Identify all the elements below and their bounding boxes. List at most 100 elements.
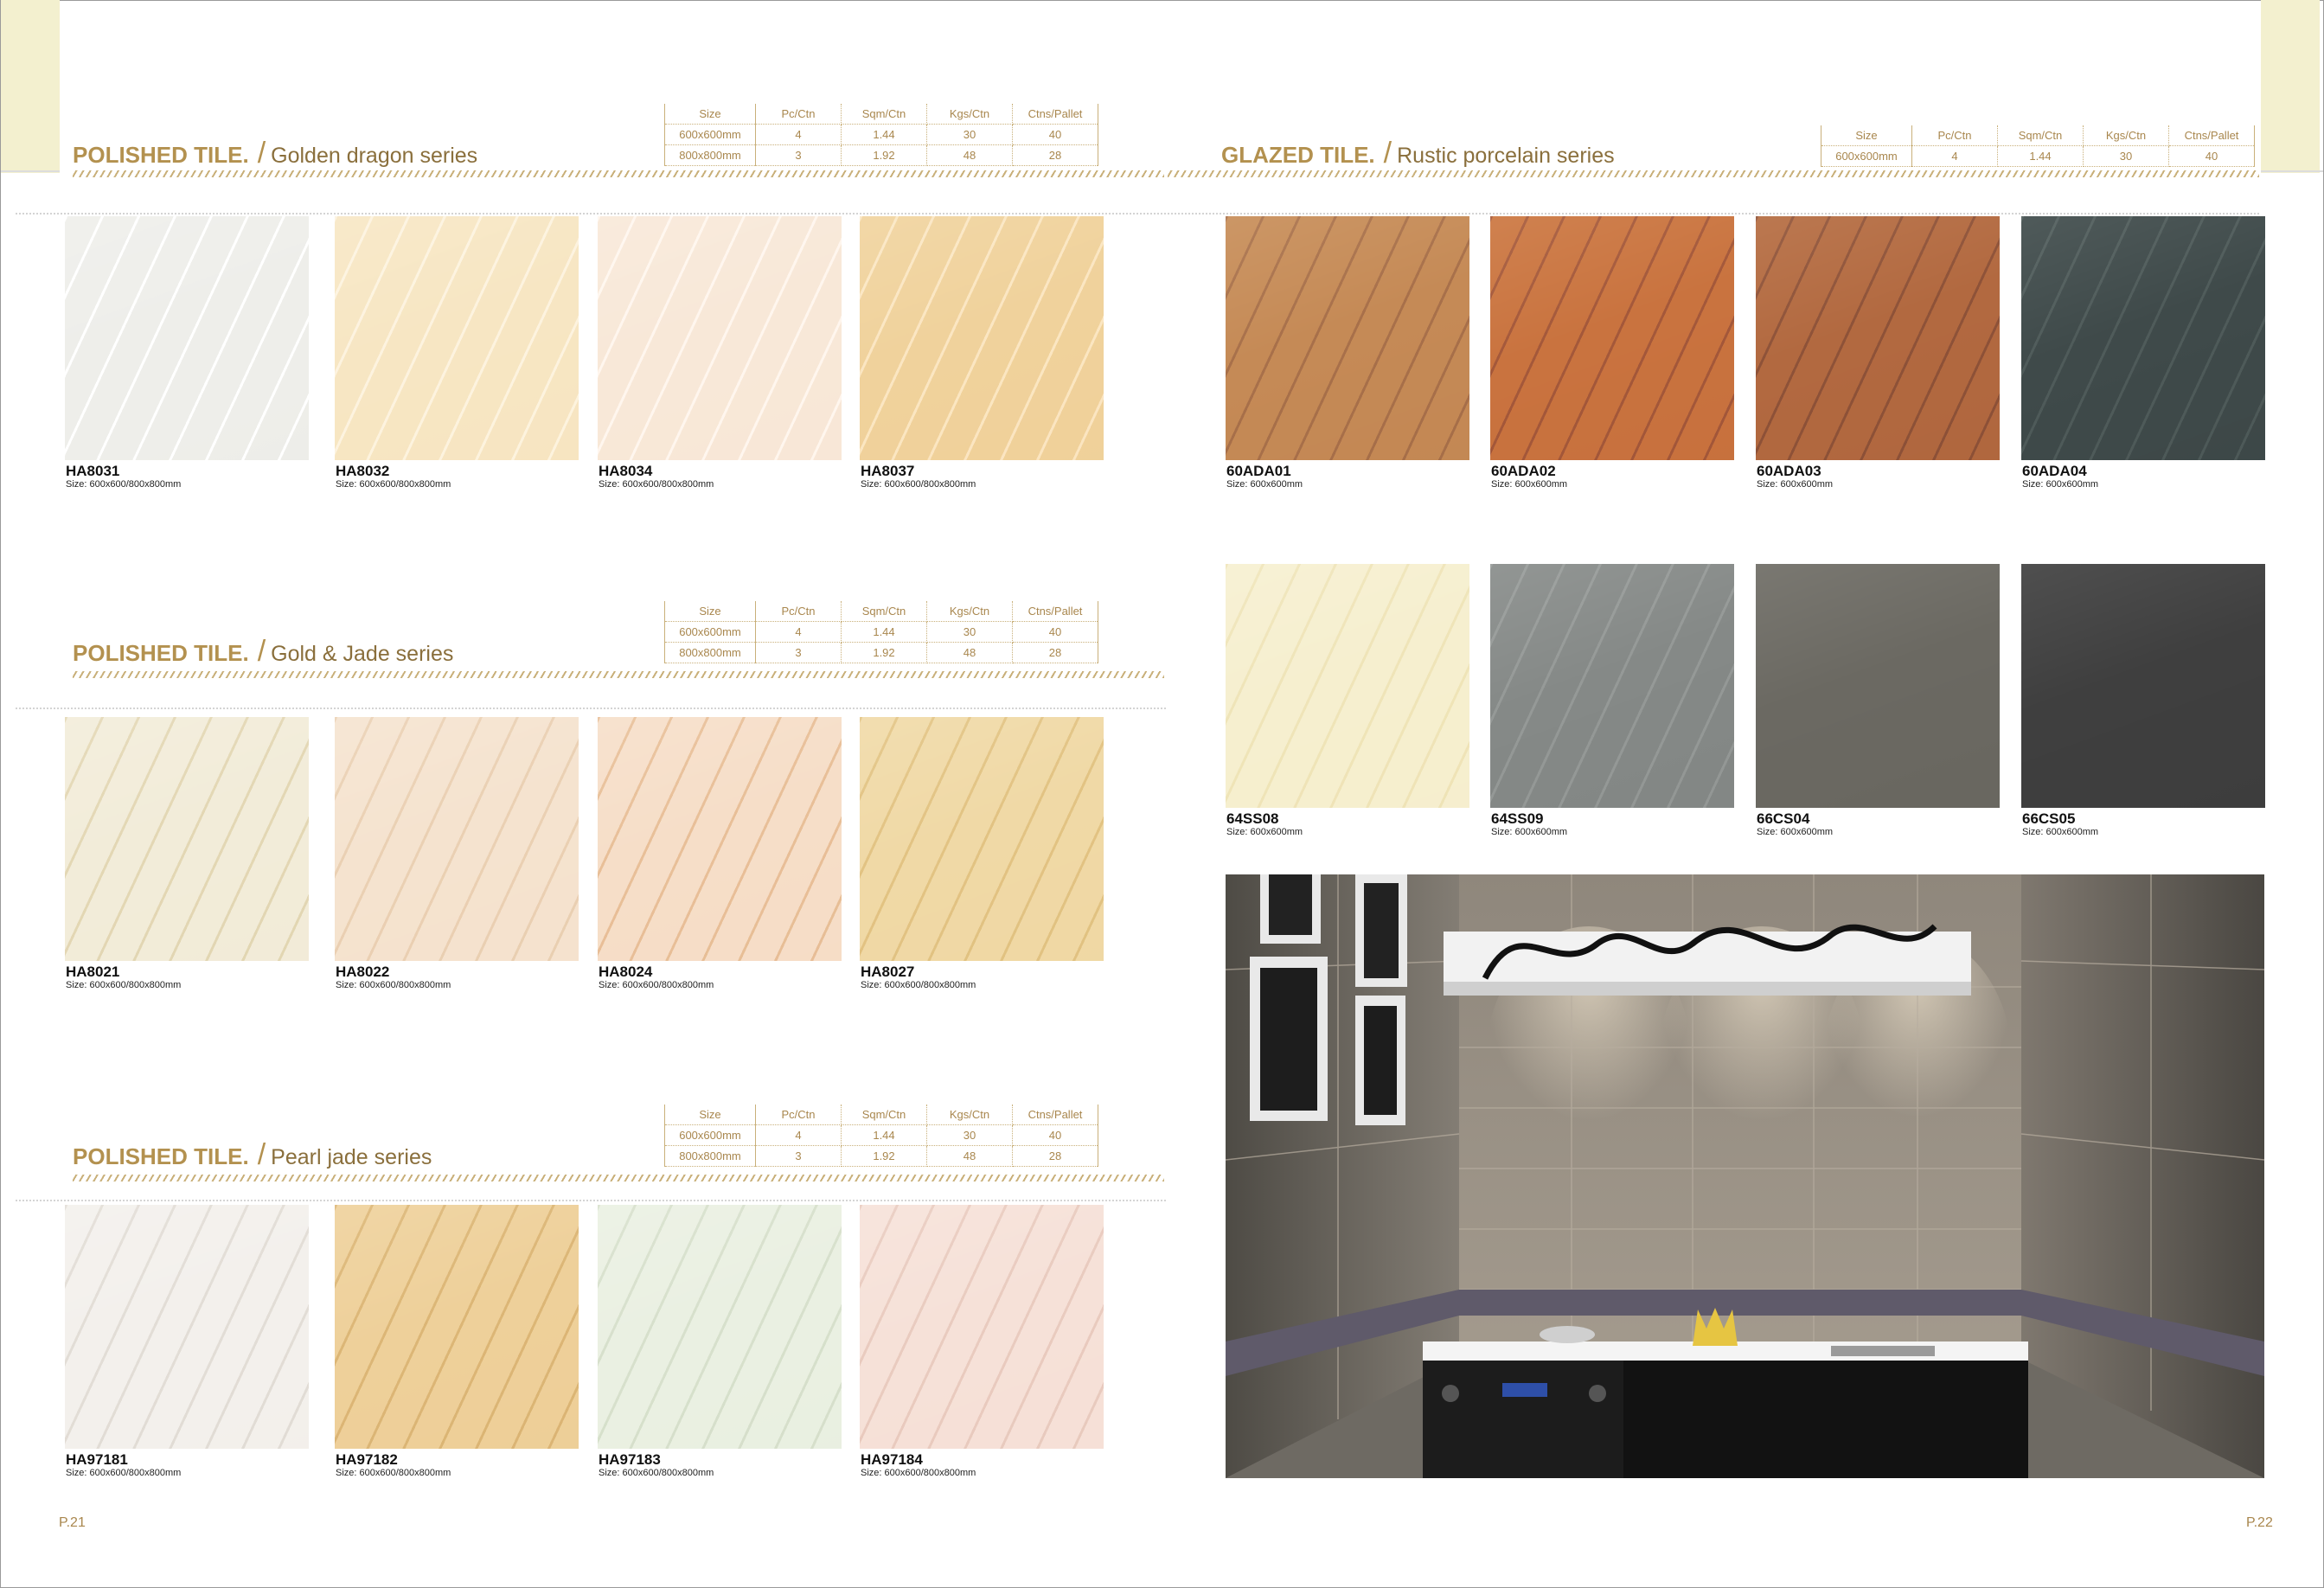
tile-swatch [1756,216,2000,460]
tile-code: 60ADA03 [1757,463,1821,479]
tile-size: Size: 600x600/800x800mm [599,980,714,990]
tile-swatch [860,717,1104,961]
page-number-right: P.22 [2246,1515,2273,1530]
spec-cell: 1.44 [841,1124,927,1146]
kitchen-showroom-image [1226,874,2264,1478]
section-heading: POLISHED TILE. / Golden dragon series [73,137,477,170]
tile-swatch [598,717,842,961]
spec-table: Size Pc/Ctn Sqm/Ctn Kgs/Ctn Ctns/Pallet 600x6… [664,601,1098,663]
spec-table: Size Pc/Ctn Sqm/Ctn Kgs/Ctn Ctns/Pallet 600x6… [664,1105,1098,1167]
heading-strong: POLISHED TILE. [73,1143,249,1169]
tile-swatch [65,717,309,961]
spec-cell: 4 [1911,145,1998,167]
section-divider [16,213,1166,215]
heading-strong: GLAZED TILE. [1221,142,1375,168]
tile-swatch [65,1205,309,1449]
spec-cell: 40 [1012,1124,1098,1146]
tile-swatch [2021,564,2265,808]
top-rule-left [1,170,60,172]
spec-cell: 4 [755,621,842,643]
section-divider [16,1200,1166,1202]
spec-cell: 28 [1012,1145,1098,1167]
tile-code: HA8021 [66,964,120,980]
tile-code: HA8027 [861,964,915,980]
spec-header-cell: Pc/Ctn [1911,125,1998,146]
spec-cell: 30 [926,621,1013,643]
decorative-hatch-strip [1168,170,2259,177]
section-divider [16,708,1166,710]
tile-swatch [598,216,842,460]
spec-cell: 3 [755,144,842,166]
tile-code: HA8022 [336,964,390,980]
spec-cell: 800x800mm [664,1145,756,1167]
tile-code: 60ADA01 [1226,463,1291,479]
tile-code: HA8037 [861,463,915,479]
section-heading: GLAZED TILE. / Rustic porcelain series [1221,137,1615,170]
spec-header-cell: Sqm/Ctn [841,601,927,622]
right-page-tab [2261,0,2320,173]
spec-cell: 1.92 [841,642,927,663]
tile-size: Size: 600x600/800x800mm [66,980,182,990]
spec-header-row: Size Pc/Ctn Sqm/Ctn Kgs/Ctn Ctns/Pallet [1821,125,2255,146]
spec-cell: 600x600mm [664,1124,756,1146]
spec-header-cell: Sqm/Ctn [841,104,927,125]
spec-header-cell: Size [664,601,756,622]
spec-header-cell: Ctns/Pallet [2168,125,2255,146]
heading-strong: POLISHED TILE. [73,640,249,666]
tile-size: Size: 600x600mm [1491,479,1568,490]
spec-cell: 28 [1012,144,1098,166]
tile-size: Size: 600x600/800x800mm [336,1468,451,1478]
spec-cell: 40 [2168,145,2255,167]
spec-header-cell: Kgs/Ctn [2083,125,2169,146]
spec-header-cell: Ctns/Pallet [1012,601,1098,622]
tile-swatch [335,717,579,961]
tile-code: 66CS04 [1757,810,1810,827]
tile-swatch [2021,216,2265,460]
spec-cell: 3 [755,642,842,663]
spec-header-cell: Kgs/Ctn [926,601,1013,622]
tile-swatch [1490,564,1734,808]
tile-size: Size: 600x600mm [1226,479,1303,490]
spec-row: 600x600mm 4 1.44 30 40 [664,621,1098,643]
decorative-hatch-strip [73,671,1164,678]
spec-cell: 48 [926,144,1013,166]
tile-code: HA97183 [599,1451,661,1468]
heading-subtitle: Pearl jade series [271,1145,432,1169]
heading-slash: / [1383,137,1392,170]
spec-row: 600x600mm 4 1.44 30 40 [1821,145,2255,167]
spec-cell: 48 [926,642,1013,663]
spec-cell: 3 [755,1145,842,1167]
tile-swatch [335,216,579,460]
tile-size: Size: 600x600mm [1757,827,1834,837]
tile-size: Size: 600x600mm [2022,827,2099,837]
spec-header-row: Size Pc/Ctn Sqm/Ctn Kgs/Ctn Ctns/Pallet [664,601,1098,622]
section-heading: POLISHED TILE. / Gold & Jade series [73,635,453,669]
spec-header-cell: Kgs/Ctn [926,1105,1013,1125]
tile-code: 64SS09 [1491,810,1544,827]
spec-header-cell: Sqm/Ctn [1997,125,2084,146]
heading-subtitle: Gold & Jade series [271,642,454,666]
tile-swatch [65,216,309,460]
spec-cell: 800x800mm [664,642,756,663]
top-rule-right [2261,170,2323,172]
tile-code: HA8024 [599,964,653,980]
spec-cell: 30 [2083,145,2169,167]
left-page-tab [1,0,60,173]
tile-code: HA97181 [66,1451,128,1468]
spec-row: 800x800mm 3 1.92 48 28 [664,1145,1098,1167]
spec-cell: 600x600mm [1821,145,1912,167]
spec-table: Size Pc/Ctn Sqm/Ctn Kgs/Ctn Ctns/Pallet 600x6… [664,104,1098,166]
spec-header-cell: Sqm/Ctn [841,1105,927,1125]
spec-cell: 1.92 [841,1145,927,1167]
spec-header-cell: Pc/Ctn [755,1105,842,1125]
tile-code: 64SS08 [1226,810,1279,827]
tile-swatch [598,1205,842,1449]
tile-size: Size: 600x600/800x800mm [861,1468,976,1478]
spec-cell: 30 [926,1124,1013,1146]
spec-cell: 600x600mm [664,621,756,643]
spec-header-row: Size Pc/Ctn Sqm/Ctn Kgs/Ctn Ctns/Pallet [664,1105,1098,1125]
section-divider [1168,213,2259,215]
tile-code: HA8031 [66,463,120,479]
spec-row: 600x600mm 4 1.44 30 40 [664,1124,1098,1146]
tile-code: 60ADA04 [2022,463,2087,479]
